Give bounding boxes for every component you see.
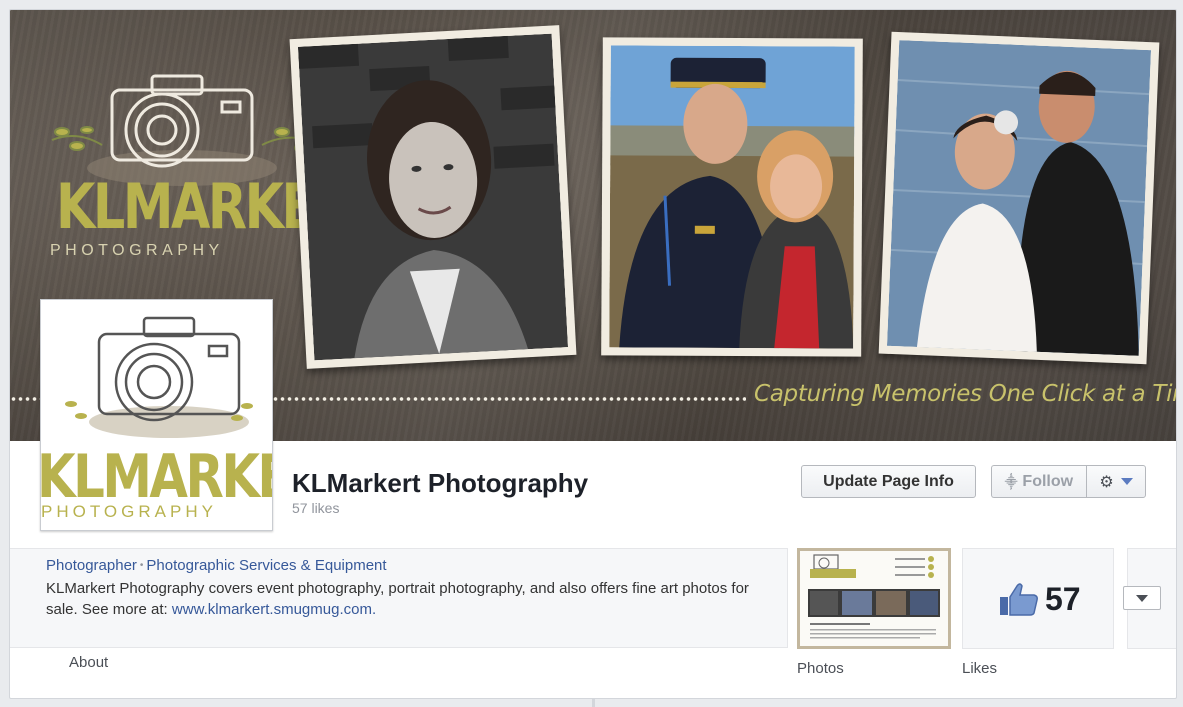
follow-button[interactable]: ⸎ Follow: [991, 465, 1086, 498]
chevron-down-icon: [1136, 594, 1148, 602]
category-photographer-link[interactable]: Photographer: [46, 557, 137, 574]
page-settings-button[interactable]: ⚙: [1086, 465, 1146, 498]
photos-thumbnail[interactable]: [797, 548, 951, 649]
tab-about[interactable]: About: [69, 654, 108, 671]
gear-icon: ⚙: [1099, 473, 1114, 491]
cover-portrait-photo: [289, 25, 577, 369]
camera-logo-icon: [65, 316, 253, 438]
cover-tagline: Capturing Memories One Click at a Time.: [754, 381, 1177, 407]
cover-dotted-line-left: [10, 395, 40, 403]
page-container: KLMARKERT PHOTOGRAPHY Capturing Memories…: [9, 9, 1177, 699]
more-apps-button[interactable]: [1123, 586, 1161, 610]
follow-button-label: Follow: [1022, 472, 1074, 490]
tab-photos[interactable]: Photos: [797, 660, 844, 677]
page-description: KLMarkert Photography covers event photo…: [46, 578, 776, 620]
cover-wedding-photo: [878, 31, 1160, 365]
page-title[interactable]: KLMarkert Photography: [292, 468, 588, 499]
tab-likes[interactable]: Likes: [962, 660, 997, 677]
description-text: KLMarkert Photography covers event photo…: [46, 580, 749, 618]
profile-brand-subtitle: PHOTOGRAPHY: [41, 502, 217, 521]
cover-brand-subtitle: PHOTOGRAPHY: [50, 242, 224, 259]
timeline-divider: [592, 699, 595, 707]
likes-widget-count: 57: [1045, 581, 1081, 617]
chevron-down-icon: [1120, 478, 1133, 485]
about-section: Photographer • Photographic Services & Equ…: [10, 548, 788, 648]
profile-picture[interactable]: KLMARKERT PHOTOGRAPHY: [40, 299, 273, 531]
website-link[interactable]: www.klmarkert.smugmug.com.: [172, 601, 376, 618]
page-likes-count: 57 likes: [292, 500, 340, 516]
category-services-link[interactable]: Photographic Services & Equipment: [146, 557, 386, 574]
rss-icon: ⸎: [1004, 475, 1018, 489]
thumbs-up-icon: [1000, 583, 1038, 616]
update-page-info-button[interactable]: Update Page Info: [801, 465, 976, 498]
category-separator: •: [139, 560, 144, 571]
cover-dotted-line-right: [272, 395, 746, 403]
page-categories: Photographer • Photographic Services & Equ…: [46, 557, 387, 574]
cover-couple-photo: [601, 37, 863, 357]
likes-widget[interactable]: 57: [962, 548, 1114, 649]
